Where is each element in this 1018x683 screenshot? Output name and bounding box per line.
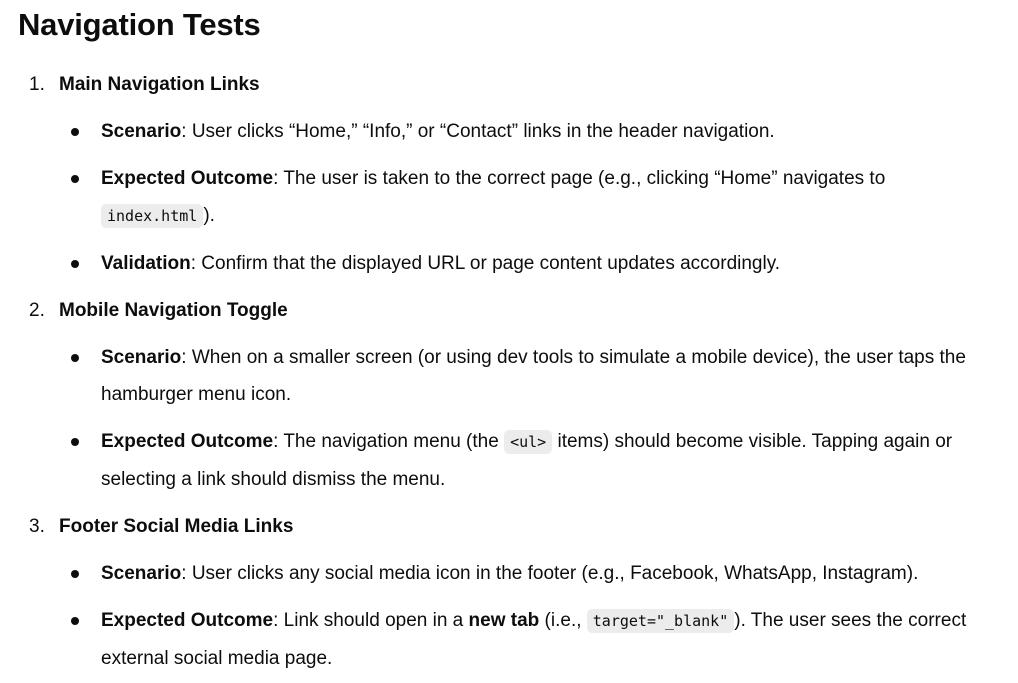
inline-code: index.html [101,204,204,228]
bullet-text: : User clicks “Home,” “Info,” or “Contac… [181,121,775,142]
bullet-text: : When on a smaller screen (or using dev… [101,347,966,405]
bullet-scenario: Scenario: User clicks any social media i… [101,555,991,592]
page-title: Navigation Tests [18,7,261,42]
bullet-icon [71,354,79,362]
bullet-text: : The user is taken to the correct page … [273,168,886,189]
bullet-label: Validation [101,253,191,274]
bullet-icon [71,570,79,578]
bullet-expected-outcome: Expected Outcome: Link should open in a … [101,602,991,677]
bullet-text: (i.e., [539,610,587,631]
bullet-text: ). [203,205,215,226]
inline-code: <ul> [504,430,553,454]
bullet-icon [71,617,79,625]
item-number: 1. [29,74,45,95]
bullet-scenario: Scenario: When on a smaller screen (or u… [101,339,991,413]
bullet-emphasis: new tab [468,610,540,631]
item-title: Footer Social Media Links [59,516,294,537]
bullet-expected-outcome: Expected Outcome: The user is taken to t… [101,160,991,235]
bullet-icon [71,260,79,268]
bullet-scenario: Scenario: User clicks “Home,” “Info,” or… [101,113,991,150]
bullet-icon [71,128,79,136]
inline-code: target="_blank" [586,609,735,633]
bullet-text: : The navigation menu (the [273,431,505,452]
bullet-label: Expected Outcome [101,610,274,631]
bullet-icon [71,175,79,183]
bullet-label: Scenario [101,121,182,142]
bullet-expected-outcome: Expected Outcome: The navigation menu (t… [101,423,991,498]
bullet-label: Expected Outcome [101,168,274,189]
bullet-validation: Validation: Confirm that the displayed U… [101,245,991,282]
item-title: Main Navigation Links [59,74,260,95]
bullet-label: Scenario [101,347,182,368]
bullet-label: Expected Outcome [101,431,274,452]
bullet-text: : Confirm that the displayed URL or page… [190,253,781,274]
bullet-text: : User clicks any social media icon in t… [181,563,919,584]
bullet-label: Scenario [101,563,182,584]
item-number: 3. [29,516,45,537]
bullet-icon [71,438,79,446]
item-title: Mobile Navigation Toggle [59,300,288,321]
item-number: 2. [29,300,45,321]
bullet-text: : Link should open in a [273,610,469,631]
